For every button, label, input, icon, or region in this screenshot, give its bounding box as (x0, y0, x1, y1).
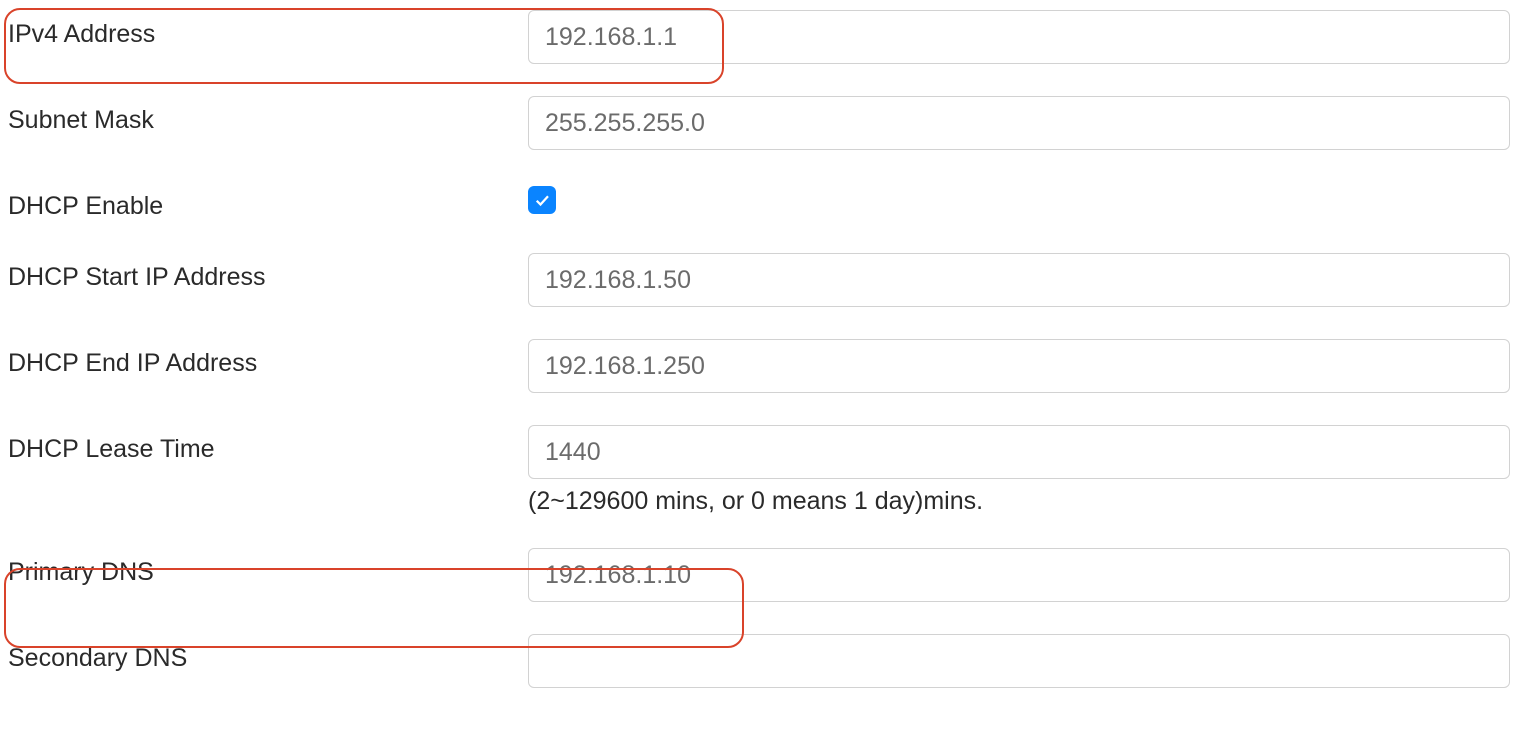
row-primary-dns: Primary DNS (8, 548, 1510, 602)
label-dhcp-enable: DHCP Enable (8, 182, 528, 221)
row-dhcp-enable: DHCP Enable (8, 182, 1510, 221)
input-primary-dns[interactable] (528, 548, 1510, 602)
label-secondary-dns: Secondary DNS (8, 634, 528, 673)
label-dhcp-end-ip: DHCP End IP Address (8, 339, 528, 378)
label-primary-dns: Primary DNS (8, 548, 528, 587)
row-secondary-dns: Secondary DNS (8, 634, 1510, 688)
checkbox-dhcp-enable[interactable] (528, 186, 556, 214)
row-dhcp-start-ip: DHCP Start IP Address (8, 253, 1510, 307)
input-dhcp-end-ip[interactable] (528, 339, 1510, 393)
label-dhcp-lease-time: DHCP Lease Time (8, 425, 528, 464)
input-dhcp-lease-time[interactable] (528, 425, 1510, 479)
label-ipv4-address: IPv4 Address (8, 10, 528, 49)
row-dhcp-end-ip: DHCP End IP Address (8, 339, 1510, 393)
help-dhcp-lease-time: (2~129600 mins, or 0 means 1 day)mins. (528, 487, 1510, 516)
row-dhcp-lease-time: DHCP Lease Time (2~129600 mins, or 0 mea… (8, 425, 1510, 516)
label-dhcp-start-ip: DHCP Start IP Address (8, 253, 528, 292)
network-settings-form: IPv4 Address Subnet Mask DHCP Enable DHC… (8, 10, 1510, 688)
row-ipv4-address: IPv4 Address (8, 10, 1510, 64)
input-dhcp-start-ip[interactable] (528, 253, 1510, 307)
check-icon (533, 191, 551, 209)
input-ipv4-address[interactable] (528, 10, 1510, 64)
label-subnet-mask: Subnet Mask (8, 96, 528, 135)
row-subnet-mask: Subnet Mask (8, 96, 1510, 150)
input-subnet-mask[interactable] (528, 96, 1510, 150)
input-secondary-dns[interactable] (528, 634, 1510, 688)
